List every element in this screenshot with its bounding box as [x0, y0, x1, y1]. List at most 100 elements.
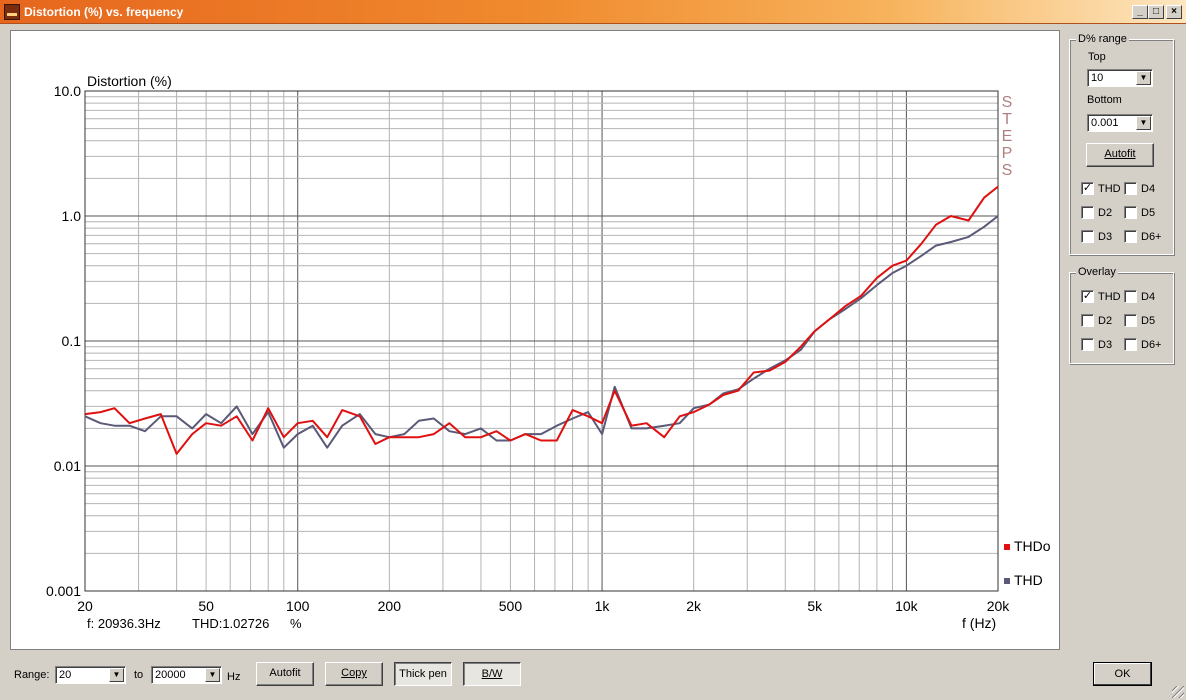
minimize-button[interactable]: _	[1132, 5, 1148, 19]
top-value: 10	[1091, 72, 1104, 84]
y-tick-label: 0.01	[54, 458, 81, 474]
checkbox-label: D2	[1098, 315, 1113, 327]
readout-frequency: f: 20936.3Hz	[87, 616, 161, 631]
thick-pen-toggle[interactable]: Thick pen	[394, 662, 452, 686]
resize-grip[interactable]	[1172, 686, 1184, 698]
watermark-letter: E	[1002, 128, 1013, 145]
ok-button[interactable]: OK	[1093, 662, 1152, 686]
autofit-button[interactable]: Autofit	[256, 662, 314, 686]
app-icon	[4, 4, 20, 20]
y-tick-label: 10.0	[54, 83, 81, 99]
close-button[interactable]: ×	[1166, 5, 1182, 19]
autofit-label: Autofit	[269, 667, 301, 679]
checkbox-d3[interactable]	[1081, 338, 1094, 351]
overlay-group: Overlay ✓ THD D4 D2 D5 D3 D6+	[1069, 266, 1174, 364]
title-bar: Distortion (%) vs. frequency _ □ ×	[0, 0, 1186, 24]
watermark-letter: P	[1002, 145, 1013, 162]
chevron-down-icon[interactable]: ▼	[1136, 71, 1151, 85]
series-lines	[84, 185, 999, 455]
checkbox-label: D5	[1141, 315, 1156, 327]
grid	[85, 91, 998, 591]
checkbox-d4[interactable]	[1124, 290, 1137, 303]
checkbox-d5[interactable]	[1124, 206, 1137, 219]
chevron-down-icon[interactable]: ▼	[205, 668, 220, 682]
x-tick-label: 500	[499, 598, 523, 614]
checkbox-thd[interactable]: ✓	[1081, 182, 1094, 195]
x-tick-label: 1k	[595, 598, 611, 614]
top-label: Top	[1088, 51, 1106, 63]
checkbox-label: D6+	[1141, 231, 1162, 243]
steps-watermark: STEPS	[1002, 94, 1013, 179]
range-group-title: D% range	[1076, 33, 1129, 45]
range-from-select[interactable]: 20 ▼	[55, 666, 126, 684]
to-label: to	[134, 669, 144, 681]
checkbox-d2[interactable]	[1081, 206, 1094, 219]
x-tick-label: 20k	[987, 598, 1011, 614]
range-group: D% range Top 10 ▼ Bottom 0.001 ▼ Autofit…	[1069, 33, 1174, 255]
chevron-down-icon[interactable]: ▼	[109, 668, 124, 682]
range-autofit-button[interactable]: Autofit	[1086, 143, 1154, 167]
checkbox-d4[interactable]	[1124, 182, 1137, 195]
x-tick-label: 50	[198, 598, 214, 614]
x-tick-label: 10k	[895, 598, 919, 614]
y-axis-label: Distortion (%)	[87, 73, 172, 89]
checkbox-label: D4	[1141, 291, 1156, 303]
series-line-thd	[84, 215, 999, 449]
maximize-button[interactable]: □	[1148, 5, 1164, 19]
series-line-thdo	[84, 185, 999, 455]
bottom-select[interactable]: 0.001 ▼	[1087, 114, 1153, 132]
bw-toggle[interactable]: B/W	[463, 662, 521, 686]
readout-unit: %	[290, 616, 302, 631]
distortion-chart[interactable]: 20 50 100 200 500 1k 2k 5k 10k 20k 10.0 1.0 0.1 0.01 0…	[11, 31, 1059, 649]
checkbox-thd[interactable]: ✓	[1081, 290, 1094, 303]
checkbox-label: D5	[1141, 207, 1156, 219]
legend-swatch	[1004, 578, 1010, 584]
y-tick-label: 0.1	[62, 333, 82, 349]
legend-label: THDo	[1014, 538, 1051, 554]
plot-panel: 20 50 100 200 500 1k 2k 5k 10k 20k 10.0 1.0 0.1 0.01 0…	[10, 30, 1060, 650]
window-title: Distortion (%) vs. frequency	[24, 5, 184, 19]
checkbox-d2[interactable]	[1081, 314, 1094, 327]
x-axis-label: f (Hz)	[962, 615, 996, 631]
range-to-select[interactable]: 20000 ▼	[151, 666, 222, 684]
watermark-letter: S	[1002, 94, 1013, 111]
copy-button[interactable]: Copy	[325, 662, 383, 686]
top-select[interactable]: 10 ▼	[1087, 69, 1153, 87]
legend-label: THD	[1014, 572, 1043, 588]
checkbox-d5[interactable]	[1124, 314, 1137, 327]
checkbox-label: THD	[1098, 183, 1121, 195]
chevron-down-icon[interactable]: ▼	[1136, 116, 1151, 130]
checkmark-icon: ✓	[1082, 182, 1093, 194]
checkbox-d6plus[interactable]	[1124, 230, 1137, 243]
checkbox-d3[interactable]	[1081, 230, 1094, 243]
overlay-group-title: Overlay	[1076, 266, 1118, 278]
thick-pen-label: Thick pen	[399, 668, 447, 680]
bottom-value: 0.001	[1091, 117, 1119, 129]
hz-label: Hz	[227, 671, 241, 683]
copy-label: Copy	[341, 667, 367, 679]
x-tick-label: 20	[77, 598, 93, 614]
x-tick-label: 5k	[807, 598, 823, 614]
axes: 20 50 100 200 500 1k 2k 5k 10k 20k 10.0 1.0 0.1 0.01 0…	[46, 83, 1010, 614]
y-tick-label: 0.001	[46, 583, 81, 599]
range-from-value: 20	[59, 669, 72, 681]
watermark-letter: T	[1002, 111, 1012, 128]
x-tick-label: 2k	[686, 598, 702, 614]
checkbox-label: D4	[1141, 183, 1156, 195]
checkbox-label: D6+	[1141, 339, 1162, 351]
checkbox-label: THD	[1098, 291, 1121, 303]
x-tick-label: 200	[378, 598, 402, 614]
watermark-letter: S	[1002, 162, 1013, 179]
checkmark-icon: ✓	[1082, 290, 1093, 302]
range-to-value: 20000	[155, 669, 186, 681]
bottom-label: Bottom	[1087, 94, 1122, 106]
checkbox-label: D2	[1098, 207, 1113, 219]
ok-label: OK	[1114, 668, 1131, 680]
legend: THDo THD	[1004, 538, 1051, 588]
checkbox-label: D3	[1098, 231, 1113, 243]
readout-thd: THD:1.02726	[192, 616, 269, 631]
checkbox-d6plus[interactable]	[1124, 338, 1137, 351]
range-autofit-label: Autofit	[1104, 148, 1136, 160]
y-tick-label: 1.0	[62, 208, 82, 224]
bw-label: B/W	[481, 668, 503, 680]
